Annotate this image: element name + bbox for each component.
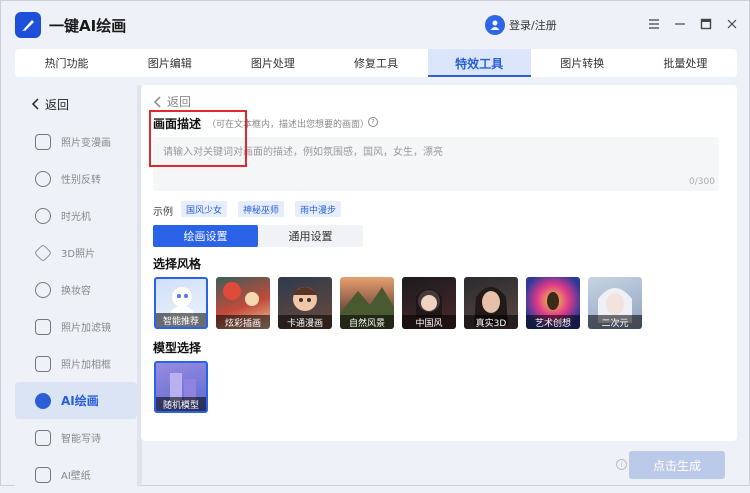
example-tag[interactable]: 神秘巫师 [238, 201, 285, 217]
sidebar-item-label: 照片加相框 [61, 360, 111, 371]
style-card-landscape[interactable]: 自然风景 [340, 277, 394, 329]
tab-batch[interactable]: 批量处理 [634, 49, 737, 77]
style-label: 中国风 [402, 315, 456, 329]
tab-image-convert[interactable]: 图片转换 [531, 49, 634, 77]
chevron-left-icon [153, 95, 161, 108]
sidebar-item-frame[interactable]: 照片加相框 [15, 345, 137, 382]
style-label: 二次元 [588, 315, 642, 329]
style-card-cartoon[interactable]: 卡通漫画 [278, 277, 332, 329]
close-icon[interactable] [725, 17, 739, 31]
tab-paint-settings[interactable]: 绘画设置 [153, 225, 258, 247]
sidebar-item-time-machine[interactable]: 时光机 [15, 197, 137, 234]
sidebar: 返回 照片变漫画 性别反转 时光机 3D照片 换妆容 照片加滤镜 照片加相框 A… [15, 85, 142, 487]
sidebar-item-label: 照片加滤镜 [61, 323, 111, 334]
model-label: 随机模型 [156, 397, 206, 411]
clock-icon [35, 207, 51, 224]
main-panel: 返回 画面描述 （可在文本框内，描述出您想要的画面） ? 0/300 示例 国风… [141, 85, 737, 441]
sidebar-item-label: 3D照片 [61, 249, 96, 260]
style-card-art[interactable]: 艺术创想 [526, 277, 580, 329]
tab-image-edit[interactable]: 图片编辑 [118, 49, 221, 77]
top-tabs: 热门功能 图片编辑 图片处理 修复工具 特效工具 图片转换 批量处理 [15, 49, 737, 77]
sidebar-item-ai-wallpaper[interactable]: AI壁纸 [15, 456, 137, 493]
avatar-icon [485, 15, 505, 35]
desc-hint: （可在文本框内，描述出您想要的画面） [207, 120, 370, 130]
gender-icon [35, 170, 51, 187]
sidebar-item-label: AI绘画 [61, 394, 99, 408]
tab-hot[interactable]: 热门功能 [15, 49, 118, 77]
style-card-colorful[interactable]: 炫彩插画 [216, 277, 270, 329]
settings-tabs: 绘画设置 通用设置 [153, 225, 363, 247]
filter-icon [35, 318, 51, 335]
login-label: 登录/注册 [509, 19, 557, 32]
style-label: 炫彩插画 [216, 315, 270, 329]
makeup-icon [35, 281, 51, 298]
tab-repair-tools[interactable]: 修复工具 [324, 49, 427, 77]
app-window: 一键AI绘画 登录/注册 热门功能 图片编辑 图片处理 修复工具 特效工具 图片… [0, 0, 750, 487]
main-back-button[interactable]: 返回 [153, 93, 191, 110]
frame-icon [35, 355, 51, 372]
sidebar-item-label: 智能写诗 [61, 434, 101, 445]
sidebar-item-label: 换妆容 [61, 286, 91, 297]
tab-effects[interactable]: 特效工具 [427, 49, 531, 77]
model-card-random[interactable]: 随机模型 [154, 361, 208, 413]
sidebar-back-button[interactable]: 返回 [15, 85, 137, 123]
style-card-anime[interactable]: 二次元 [588, 277, 642, 329]
desc-title: 画面描述 [153, 117, 202, 131]
style-card-real3d[interactable]: 真实3D [464, 277, 518, 329]
example-tag[interactable]: 雨中漫步 [295, 201, 342, 217]
layers-icon [33, 243, 53, 262]
sidebar-item-makeup[interactable]: 换妆容 [15, 271, 137, 308]
sidebar-item-label: 时光机 [61, 212, 91, 223]
style-label: 艺术创想 [526, 315, 580, 329]
login-button[interactable]: 登录/注册 [485, 15, 557, 35]
sidebar-item-label: AI壁纸 [61, 471, 91, 482]
char-count: 0/300 [689, 177, 715, 187]
maximize-icon[interactable] [699, 17, 713, 31]
ai-wallpaper-icon [35, 466, 51, 483]
prompt-input[interactable] [153, 137, 719, 191]
style-label: 智能推荐 [156, 313, 206, 327]
sidebar-item-ai-poem[interactable]: 智能写诗 [15, 419, 137, 456]
ai-poem-icon [35, 429, 51, 446]
minimize-icon[interactable] [673, 17, 687, 31]
tab-image-process[interactable]: 图片处理 [221, 49, 324, 77]
app-title: 一键AI绘画 [49, 16, 127, 35]
style-label: 卡通漫画 [278, 315, 332, 329]
style-section-title: 选择风格 [153, 257, 202, 271]
examples-label: 示例 [153, 207, 173, 218]
sidebar-item-label: 性别反转 [61, 175, 101, 186]
app-logo-icon [15, 12, 41, 38]
sidebar-item-filter[interactable]: 照片加滤镜 [15, 308, 137, 345]
tab-general-settings[interactable]: 通用设置 [258, 225, 363, 247]
sidebar-item-photo-cartoon[interactable]: 照片变漫画 [15, 123, 137, 160]
footer-bar: i 点击生成 [141, 447, 737, 483]
menu-icon[interactable] [647, 17, 661, 31]
info-icon[interactable]: i [616, 459, 627, 470]
help-icon[interactable]: ? [368, 117, 378, 127]
style-label: 自然风景 [340, 315, 394, 329]
style-card-chinese[interactable]: 中国风 [402, 277, 456, 329]
sidebar-back-label: 返回 [45, 97, 70, 112]
generate-button[interactable]: 点击生成 [629, 451, 725, 479]
example-tag[interactable]: 国风少女 [181, 201, 228, 217]
sidebar-item-gender-swap[interactable]: 性别反转 [15, 160, 137, 197]
style-label: 真实3D [464, 315, 518, 329]
style-card-smart[interactable]: 智能推荐 [154, 277, 208, 329]
sidebar-item-ai-paint[interactable]: AI绘画 [15, 382, 137, 419]
chevron-left-icon [31, 98, 39, 110]
sidebar-item-label: 照片变漫画 [61, 138, 111, 149]
cartoon-face-icon [35, 133, 51, 150]
ai-paint-icon [35, 392, 51, 409]
main-back-label: 返回 [167, 95, 192, 109]
sidebar-item-3d-photo[interactable]: 3D照片 [15, 234, 137, 271]
title-bar: 一键AI绘画 登录/注册 [1, 1, 749, 49]
model-section-title: 模型选择 [153, 341, 202, 355]
